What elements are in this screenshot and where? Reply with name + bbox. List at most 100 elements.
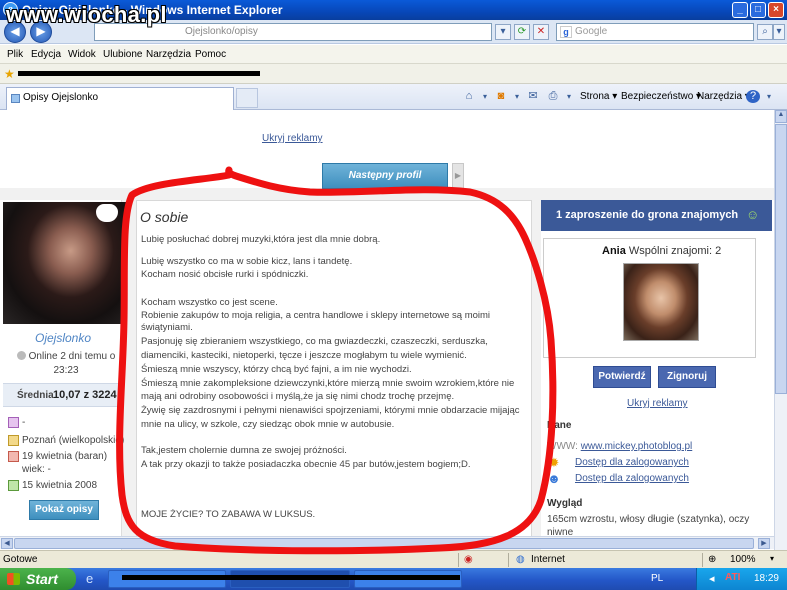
horizontal-scroll-thumb[interactable] — [14, 538, 754, 549]
about-line: mają ani odrobiny osobowości i myślą,że … — [141, 391, 455, 402]
profile-sidebar: Ojejslonko Online 2 dni temu o 23:23 Śre… — [0, 200, 126, 550]
zoom-dropdown-icon[interactable]: ▾ — [770, 554, 774, 563]
menu-view[interactable]: Widok — [68, 49, 96, 60]
scroll-right-icon[interactable]: ▶ — [758, 538, 770, 549]
status-divider — [458, 553, 459, 567]
quicklaunch-ie-icon[interactable]: e — [86, 571, 93, 586]
location-icon — [8, 435, 19, 446]
tools-menu[interactable]: Narzędzia ▾ — [697, 91, 750, 102]
zoom-icon[interactable]: ⊕ — [708, 554, 716, 565]
sun-icon: ✹ — [548, 455, 560, 470]
security-menu[interactable]: Bezpieczeństwo ▾ — [621, 91, 701, 102]
person-icon: ☻ — [547, 471, 561, 486]
average-label: Średnia — [17, 390, 54, 401]
favorites-bar: ★ — [0, 64, 787, 84]
about-line: świątyniami. — [141, 322, 193, 333]
confirm-button[interactable]: Potwierdź — [593, 366, 651, 388]
search-input[interactable]: g Google — [556, 23, 754, 41]
about-line: Kocham nosić obcisłe rurki i spódniczki. — [141, 269, 309, 280]
privacy-icon[interactable]: ◉ — [464, 554, 473, 565]
hide-ads-link[interactable]: Ukryj reklamy — [262, 133, 323, 144]
vertical-scroll-thumb[interactable] — [775, 124, 787, 394]
maximize-button[interactable]: □ — [750, 2, 766, 18]
refresh-icon[interactable]: ⟳ — [514, 24, 530, 40]
mail-icon[interactable]: ✉ — [526, 90, 540, 103]
about-line: Tak,jestem cholernie dumna ze swojej pró… — [141, 445, 347, 456]
print-dropdown-icon[interactable]: ▾ — [562, 90, 576, 103]
zone-text: Internet — [531, 554, 565, 565]
horizontal-scrollbar[interactable]: ◀ ▶ — [0, 536, 774, 549]
vertical-scrollbar[interactable]: ▲ — [774, 110, 787, 550]
about-line: Pasjonuję się zbieraniem wszystkiego, co… — [141, 336, 488, 347]
menu-help[interactable]: Pomoc — [195, 49, 226, 60]
about-line: Lubię wszystko co ma w sobie kicz, lans … — [141, 256, 353, 267]
close-button[interactable]: × — [768, 2, 784, 18]
friend-photo[interactable] — [623, 263, 699, 341]
about-line: mnie na ulicy, w szkole, czy siedząc obo… — [141, 419, 395, 430]
invite-card: Ania Wspólni znajomi: 2 — [543, 238, 756, 358]
show-descriptions-button[interactable]: Pokaż opisy — [29, 500, 99, 520]
profile-photo[interactable] — [3, 202, 126, 324]
language-indicator[interactable]: PL — [651, 573, 663, 584]
system-tray: ◂ ATI 18:29 — [696, 568, 787, 590]
profile-name[interactable]: Ojejslonko — [35, 331, 91, 345]
tab-opisy[interactable]: Opisy Ojejslonko — [6, 87, 234, 110]
menu-tools[interactable]: Narzędzia — [146, 49, 191, 60]
page-content: Ukryj reklamy Następny profil ▶ Ojejslon… — [0, 110, 774, 550]
status-divider — [508, 553, 509, 567]
watermark-text: www.wiocha.pl — [6, 2, 167, 27]
friend-name[interactable]: Ania — [602, 245, 626, 257]
print-icon[interactable]: ⎙ — [546, 90, 560, 103]
zoom-level[interactable]: 100% — [730, 554, 756, 565]
joined-icon — [8, 480, 19, 491]
taskbar: Start e PL ◂ ATI 18:29 — [0, 568, 787, 590]
friends-icon: ☺ — [746, 207, 760, 222]
menu-bar: Plik Edycja Widok Ulubione Narzędzia Pom… — [0, 45, 787, 64]
page-menu[interactable]: Strona ▾ — [580, 91, 617, 102]
about-line: Śmieszą mnie wszyscy, którzy chcą być fa… — [141, 364, 412, 375]
windows-logo-icon — [7, 573, 20, 585]
scroll-up-icon[interactable]: ▲ — [775, 110, 787, 123]
online-status: Online 2 dni temu o 23:23 — [14, 350, 118, 378]
redacted-bar — [18, 71, 260, 76]
new-tab-button[interactable] — [236, 88, 258, 108]
search-icon[interactable]: ⌕ — [757, 24, 773, 40]
ignore-button[interactable]: Zignoruj — [658, 366, 716, 388]
scroll-left-icon[interactable]: ◀ — [1, 538, 13, 549]
about-line: Kocham wszystko co jest scene. — [141, 297, 278, 308]
address-dropdown-button[interactable]: ▾ — [495, 24, 511, 40]
mutual-friends: Wspólni znajomi: 2 — [628, 245, 722, 257]
feeds-icon[interactable]: ◙ — [494, 90, 508, 103]
invites-header[interactable]: 1 zaproszenie do grona znajomych ☺ — [541, 200, 772, 231]
www-link[interactable]: www.mickey.photoblog.pl — [581, 441, 693, 452]
stop-icon[interactable]: ✕ — [533, 24, 549, 40]
average-value: 10,07 z 3224 — [53, 389, 117, 401]
next-arrow-icon[interactable]: ▶ — [452, 163, 464, 189]
minimize-button[interactable]: _ — [732, 2, 748, 18]
help-dropdown-icon[interactable]: ▾ — [762, 90, 776, 103]
menu-favorites[interactable]: Ulubione — [103, 49, 142, 60]
look-section-label: Wygląd — [547, 498, 583, 509]
favorites-star-icon[interactable]: ★ — [4, 67, 15, 81]
status-divider — [702, 553, 703, 567]
start-button[interactable]: Start — [0, 568, 76, 590]
ati-icon[interactable]: ATI — [725, 572, 740, 583]
about-line: Robienie zakupów to moja religia, a cent… — [141, 310, 491, 321]
home-dropdown-icon[interactable]: ▾ — [478, 90, 492, 103]
menu-file[interactable]: Plik — [7, 49, 23, 60]
status-bar: Gotowe ◉ ◍ Internet ⊕ 100% ▾ — [0, 550, 787, 568]
hide-ads-link-right[interactable]: Ukryj reklamy — [627, 398, 688, 409]
about-line: Lubię posłuchać dobrej muzyki,która jest… — [141, 234, 381, 245]
hair-bow-shape — [96, 204, 118, 222]
help-icon[interactable]: ? — [746, 90, 760, 103]
home-icon[interactable]: ⌂ — [462, 90, 476, 103]
feeds-dropdown-icon[interactable]: ▾ — [510, 90, 524, 103]
page-favicon-icon — [11, 94, 20, 103]
volume-icon[interactable]: ◂ — [709, 572, 715, 585]
next-profile-button[interactable]: Następny profil — [322, 163, 448, 189]
birthday-icon — [8, 451, 19, 462]
menu-edit[interactable]: Edycja — [31, 49, 61, 60]
search-options-button[interactable]: ▾ — [773, 24, 785, 40]
about-title: O sobie — [140, 209, 189, 225]
about-line: diamenciki, kasteciki, nietoperki, tęcze… — [141, 350, 467, 361]
